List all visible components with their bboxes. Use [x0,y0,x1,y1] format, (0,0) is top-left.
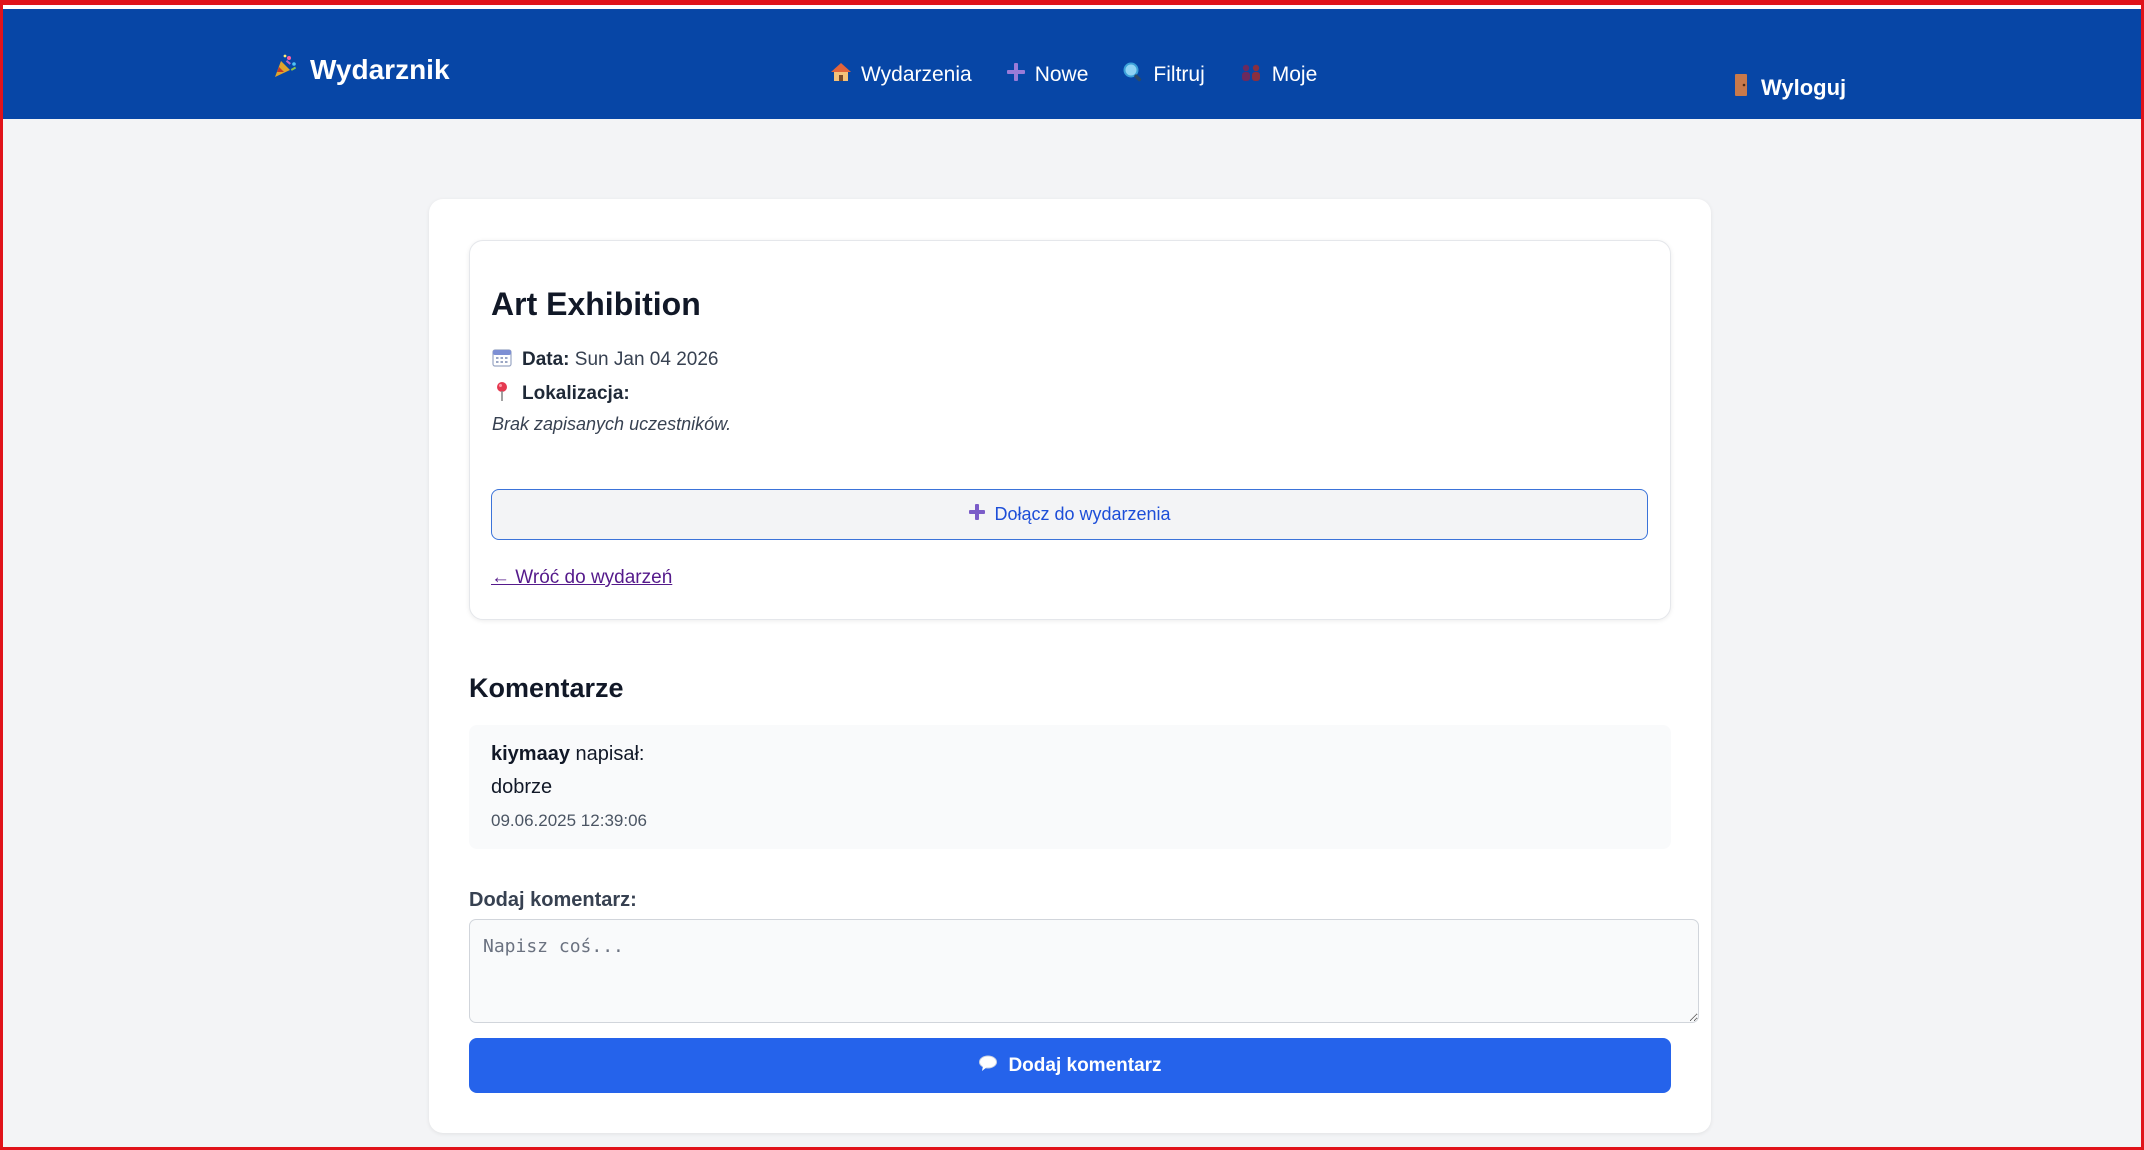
calendar-icon [492,347,512,373]
date-value: Sun Jan 04 2026 [574,349,719,370]
event-location-row: Lokalizacja: [492,380,630,408]
house-icon [830,61,852,89]
nav-links: Wydarzenia Nowe Filtruj Moje [830,61,1317,89]
brand-label: Wydarznik [310,53,450,85]
comment-author-line: kiymaay napisał: [491,743,644,766]
nav-link-label: Wydarzenia [861,63,972,86]
join-event-button[interactable]: Dołącz do wydarzenia [491,489,1648,540]
nav-link-label: Filtruj [1153,63,1205,86]
nav-link-mine[interactable]: Moje [1239,61,1318,89]
party-popper-icon [272,53,298,86]
nav-link-label: Nowe [1034,63,1089,86]
date-label: Data: [522,349,570,370]
navbar: Wydarznik Wydarzenia Nowe Filtruj Moje W… [0,0,2144,119]
magnifier-icon [1122,61,1144,89]
add-comment-label: Dodaj komentarz [1008,1054,1162,1076]
logout-label: Wyloguj [1761,75,1847,100]
event-date-row: Data: Sun Jan 04 2026 [492,347,718,373]
brand-link[interactable]: Wydarznik [272,53,450,86]
nav-link-events[interactable]: Wydarzenia [830,61,972,89]
door-icon [1733,73,1749,103]
comment-date: 09.06.2025 12:39:06 [491,811,647,830]
plus-icon [968,503,986,526]
plus-icon [1006,62,1026,88]
pushpin-icon [492,380,512,408]
add-comment-button[interactable]: Dodaj komentarz [469,1038,1671,1093]
comment-text: dobrze [491,776,553,798]
comments-heading: Komentarze [469,673,624,703]
nav-link-label: Moje [1271,63,1318,86]
back-to-events-link[interactable]: ← Wróć do wydarzeń [491,567,672,589]
nav-link-new[interactable]: Nowe [1006,62,1089,88]
comment-author: kiymaay [491,743,570,765]
location-label: Lokalizacja: [522,383,630,404]
nav-link-filter[interactable]: Filtruj [1122,61,1205,89]
comment-wrote: napisał: [575,743,645,765]
comment-textarea[interactable] [469,919,1699,1023]
join-event-label: Dołącz do wydarzenia [994,504,1171,524]
no-participants-text: Brak zapisanych uczestników. [492,414,732,434]
add-comment-label: Dodaj komentarz: [469,889,637,911]
people-icon [1239,61,1263,89]
comment-item [469,725,1671,849]
speech-bubble-icon [978,1054,998,1078]
event-title: Art Exhibition [491,286,701,322]
logout-button[interactable]: Wyloguj [1733,73,1846,103]
